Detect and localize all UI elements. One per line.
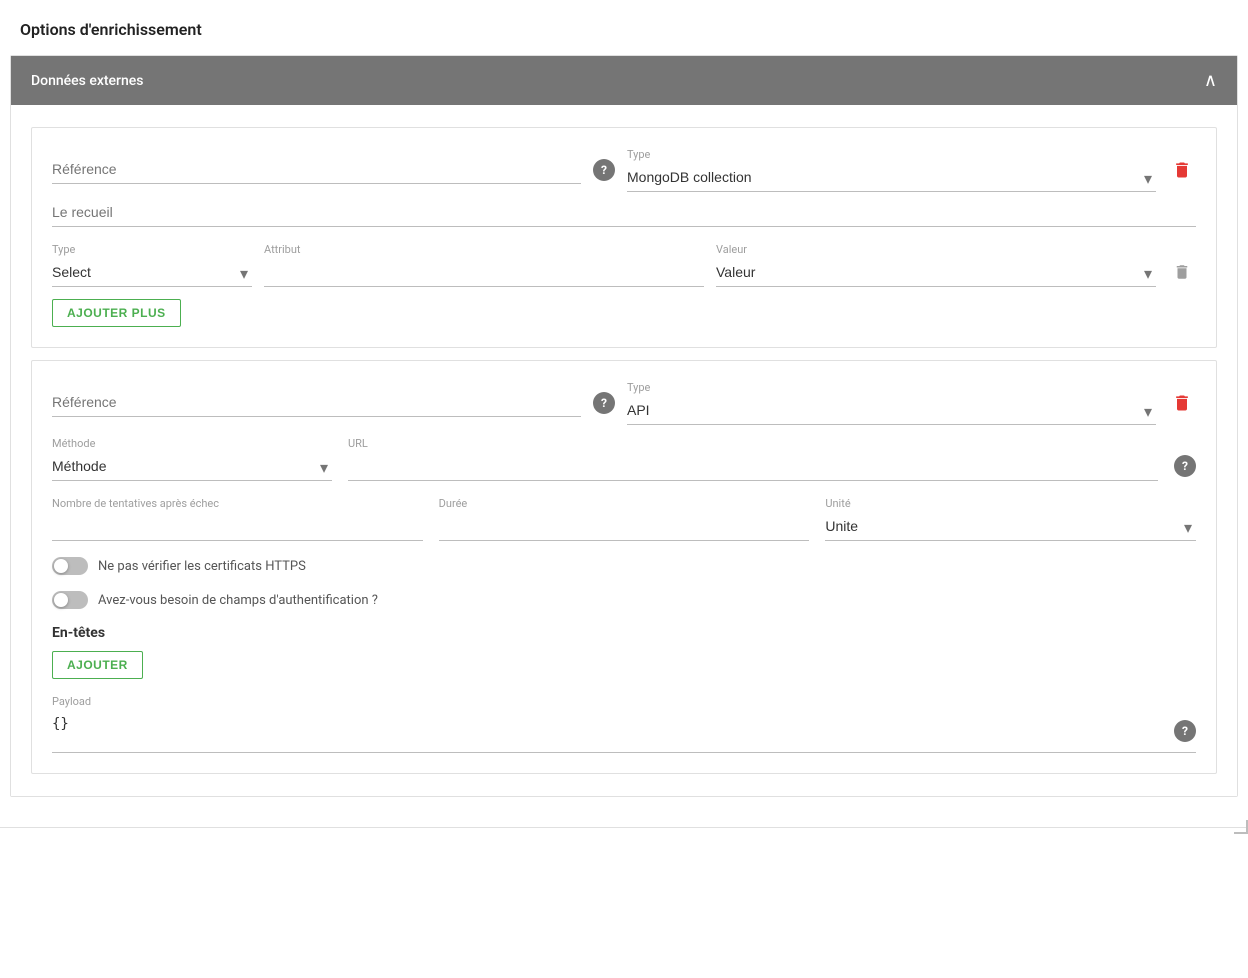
toggle-auth-row: Avez-vous besoin de champs d'authentific… bbox=[52, 591, 1196, 609]
payload-label: Payload bbox=[52, 695, 1196, 708]
toggle-auth-knob bbox=[54, 593, 68, 607]
url-help-icon[interactable]: ? bbox=[1174, 455, 1196, 477]
url-group: URL bbox=[348, 437, 1158, 481]
payload-section: Payload {} ? bbox=[52, 695, 1196, 753]
reference-help-icon-1[interactable]: ? bbox=[593, 159, 615, 181]
attempts-input[interactable] bbox=[52, 514, 423, 541]
reference-input-2[interactable] bbox=[52, 390, 581, 417]
filter-val-select-wrapper: Valeur ▾ bbox=[716, 260, 1156, 287]
type-group-2: Type MongoDB collection API SQL ▾ bbox=[627, 381, 1156, 425]
toggle-auth-label: Avez-vous besoin de champs d'authentific… bbox=[98, 593, 378, 608]
payload-help-icon[interactable]: ? bbox=[1174, 720, 1196, 742]
page-wrapper: Options d'enrichissement Données externe… bbox=[0, 0, 1248, 978]
api-card: ? Type MongoDB collection API SQL ▾ bbox=[31, 360, 1217, 774]
url-label: URL bbox=[348, 437, 1158, 450]
filter-type-select[interactable]: Select Equals Contains bbox=[52, 260, 252, 287]
filter-val-select[interactable]: Valeur bbox=[716, 260, 1156, 287]
unite-label: Unité bbox=[825, 497, 1196, 510]
reference-input-1[interactable] bbox=[52, 157, 581, 184]
toggle-https-knob bbox=[54, 559, 68, 573]
unite-group: Unité Unite Secondes Minutes ▾ bbox=[825, 497, 1196, 541]
ref-type-row-2: ? Type MongoDB collection API SQL ▾ bbox=[52, 381, 1196, 425]
filter-attr-input[interactable] bbox=[264, 260, 704, 287]
method-select-wrapper: Méthode GET POST PUT DELETE ▾ bbox=[52, 454, 332, 481]
accordion-section: Données externes ∧ ? Type MongoDB col bbox=[10, 55, 1238, 797]
type-select-wrapper-2: MongoDB collection API SQL ▾ bbox=[627, 398, 1156, 425]
duration-group: Durée bbox=[439, 497, 810, 541]
add-header-button[interactable]: AJOUTER bbox=[52, 651, 143, 679]
ref-type-row-1: ? Type MongoDB collection API SQL ▾ bbox=[52, 148, 1196, 192]
filter-type-group: Type Select Equals Contains ▾ bbox=[52, 243, 252, 287]
attempts-duration-row: Nombre de tentatives après échec Durée U… bbox=[52, 497, 1196, 541]
bottom-divider bbox=[0, 827, 1248, 828]
delete-icon-1 bbox=[1172, 158, 1192, 182]
headers-label: En-têtes bbox=[52, 625, 1196, 641]
filter-attr-group: Attribut bbox=[264, 243, 704, 287]
type-select-2[interactable]: MongoDB collection API SQL bbox=[627, 398, 1156, 425]
add-more-button[interactable]: AJOUTER PLUS bbox=[52, 299, 181, 327]
reference-help-icon-2[interactable]: ? bbox=[593, 392, 615, 414]
method-select[interactable]: Méthode GET POST PUT DELETE bbox=[52, 454, 332, 481]
type-select-wrapper-1: MongoDB collection API SQL ▾ bbox=[627, 165, 1156, 192]
unite-select[interactable]: Unite Secondes Minutes bbox=[825, 514, 1196, 541]
type-group-1: Type MongoDB collection API SQL ▾ bbox=[627, 148, 1156, 192]
duration-label: Durée bbox=[439, 497, 810, 510]
collection-row bbox=[52, 200, 1196, 227]
payload-textarea[interactable]: {} bbox=[52, 716, 1174, 748]
filter-val-label: Valeur bbox=[716, 243, 1156, 256]
method-group: Méthode Méthode GET POST PUT DELETE ▾ bbox=[52, 437, 332, 481]
toggle-https-switch[interactable] bbox=[52, 557, 88, 575]
collection-input[interactable] bbox=[52, 200, 1196, 227]
filter-val-group: Valeur Valeur ▾ bbox=[716, 243, 1156, 287]
attempts-group: Nombre de tentatives après échec bbox=[52, 497, 423, 541]
delete-icon-2 bbox=[1172, 391, 1192, 415]
accordion-body: ? Type MongoDB collection API SQL ▾ bbox=[11, 105, 1237, 796]
mongodb-card: ? Type MongoDB collection API SQL ▾ bbox=[31, 127, 1217, 348]
attempts-label: Nombre de tentatives après échec bbox=[52, 497, 423, 510]
add-header-wrapper: AJOUTER bbox=[52, 651, 1196, 679]
delete-card-1-button[interactable] bbox=[1168, 154, 1196, 186]
accordion-header-label: Données externes bbox=[31, 73, 144, 89]
toggle-https-label: Ne pas vérifier les certificats HTTPS bbox=[98, 559, 306, 574]
filter-row-1: Type Select Equals Contains ▾ Attribut bbox=[52, 243, 1196, 287]
filter-type-select-wrapper: Select Equals Contains ▾ bbox=[52, 260, 252, 287]
filter-attr-label: Attribut bbox=[264, 243, 704, 256]
method-url-row: Méthode Méthode GET POST PUT DELETE ▾ bbox=[52, 437, 1196, 481]
type-label-2: Type bbox=[627, 381, 1156, 394]
toggle-auth-switch[interactable] bbox=[52, 591, 88, 609]
type-select-1[interactable]: MongoDB collection API SQL bbox=[627, 165, 1156, 192]
unite-select-wrapper: Unite Secondes Minutes ▾ bbox=[825, 514, 1196, 541]
delete-card-2-button[interactable] bbox=[1168, 387, 1196, 419]
type-label-1: Type bbox=[627, 148, 1156, 161]
filter-delete-wrapper bbox=[1168, 262, 1196, 287]
filter-delete-icon bbox=[1173, 262, 1191, 282]
payload-area: {} ? bbox=[52, 712, 1196, 753]
duration-input[interactable] bbox=[439, 514, 810, 541]
accordion-header[interactable]: Données externes ∧ bbox=[11, 56, 1237, 105]
toggle-https-row: Ne pas vérifier les certificats HTTPS bbox=[52, 557, 1196, 575]
url-input[interactable] bbox=[348, 454, 1158, 481]
collection-group bbox=[52, 200, 1196, 227]
add-more-wrapper: AJOUTER PLUS bbox=[52, 299, 1196, 327]
filter-type-label: Type bbox=[52, 243, 252, 256]
method-label: Méthode bbox=[52, 437, 332, 450]
accordion-chevron-icon: ∧ bbox=[1204, 70, 1217, 91]
filter-delete-button[interactable] bbox=[1173, 262, 1191, 287]
page-title: Options d'enrichissement bbox=[0, 20, 1248, 55]
